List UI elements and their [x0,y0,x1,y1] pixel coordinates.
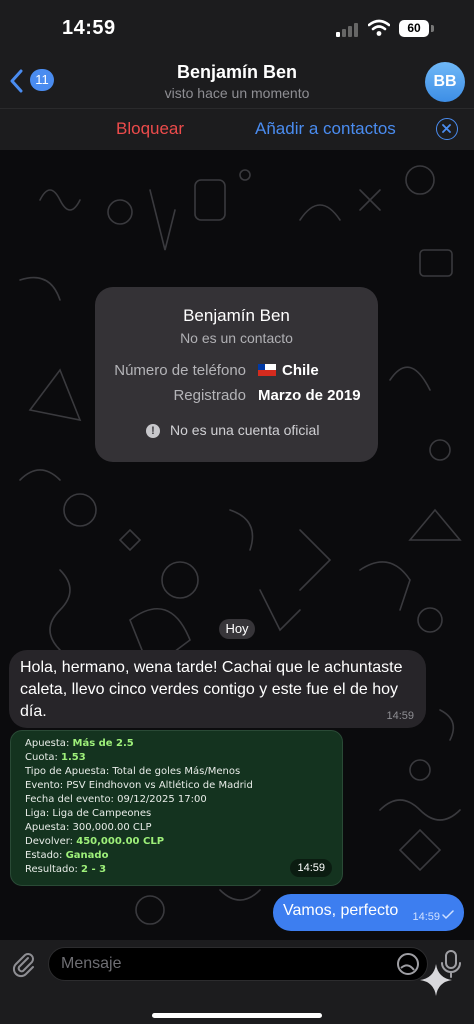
unofficial-account-note: No es una cuenta oficial [170,422,320,438]
bet-slip-label: Liga: [25,808,53,819]
status-bar: 14:59 60 [0,0,474,56]
bet-slip-value: 300,000.00 CLP [72,822,152,833]
bet-slip-lines: Apuesta: Más de 2.5 Cuota: 1.53 Tipo de Ap… [25,737,253,877]
bet-slip-label: Cuota: [25,752,62,763]
wifi-icon [368,19,390,36]
message-text: Vamos, perfecto [283,902,399,919]
home-indicator [152,1013,322,1018]
back-button[interactable]: 11 [8,66,60,96]
bet-slip-line: Evento: PSV Eindhovon vs Altlético de Ma… [25,779,253,793]
bet-slip-line: Resultado: 2 - 3 [25,863,253,877]
bet-slip-value: 09/12/2025 17:00 [117,794,207,805]
bet-slip-value: 2 - 3 [81,864,107,875]
bet-slip-value: PSV Eindhovon vs Altlético de Madrid [66,780,253,791]
chat-title[interactable]: Benjamín Ben [100,62,374,83]
close-circle-icon[interactable] [436,118,458,140]
image-time: 14:59 [290,859,332,877]
double-check-icon [442,910,454,920]
phone-value: Chile [258,362,319,379]
registered-label: Registrado [173,387,246,404]
unread-badge: 11 [30,69,54,91]
bet-slip-label: Fecha del evento: [25,794,118,805]
phone-label: Número de teléfono [114,362,246,379]
info-card-note: No es un contacto [180,330,293,346]
bet-slip-line: Liga: Liga de Campeones [25,807,253,821]
bet-slip-image[interactable]: Apuesta: Más de 2.5 Cuota: 1.53 Tipo de Ap… [10,730,343,886]
battery-icon: 60 [399,20,429,37]
chevron-left-icon [10,69,23,93]
bet-slip-label: Apuesta: [25,822,73,833]
message-text: Hola, hermano, wena tarde! Cachai que le… [20,659,403,720]
bet-slip-line: Tipo de Apuesta: Total de goles Más/Meno… [25,765,253,779]
warning-icon: ! [146,424,160,438]
bet-slip-line: Fecha del evento: 09/12/2025 17:00 [25,793,253,807]
add-contact-button[interactable]: Añadir a contactos [255,119,396,139]
last-seen-status: visto hace un momento [164,85,310,101]
bet-slip-value: Más de 2.5 [72,738,134,749]
bet-slip-label: Evento: [25,780,67,791]
bet-slip-line: Devolver: 450,000.00 CLP [25,835,253,849]
message-input[interactable] [48,947,428,981]
avatar[interactable]: BB [425,62,465,102]
sparkle-icon [420,964,452,996]
bet-slip-line: Apuesta: Más de 2.5 [25,737,253,751]
message-incoming[interactable]: Hola, hermano, wena tarde! Cachai que le… [9,650,426,728]
paperclip-icon[interactable] [10,950,38,978]
chile-flag-icon [258,364,276,376]
bet-slip-line: Cuota: 1.53 [25,751,253,765]
bet-slip-label: Tipo de Apuesta: [25,766,113,777]
bet-slip-value: Total de goles Más/Menos [112,766,241,777]
chat-area[interactable]: Benjamín Ben No es un contacto Número de… [0,150,474,940]
status-time: 14:59 [62,17,116,39]
date-chip: Hoy [219,619,255,639]
bet-slip-value: 1.53 [61,752,86,763]
chat-header: 11 Benjamín Ben visto hace un momento BB [0,56,474,108]
bet-slip-value: Liga de Campeones [52,808,152,819]
composer-bar [0,940,474,1024]
registered-value: Marzo de 2019 [258,387,361,404]
message-outgoing[interactable]: Vamos, perfecto 14:59 [273,894,464,931]
bet-slip-label: Resultado: [25,864,82,875]
bet-slip-line: Estado: Ganado [25,849,253,863]
bet-slip-value: 450,000.00 CLP [76,836,165,847]
battery-tip [431,25,434,32]
phone-country: Chile [282,362,319,379]
message-time: 14:59 [412,911,440,923]
block-button[interactable]: Bloquear [116,119,184,139]
message-time: 14:59 [386,710,414,722]
contact-action-bar: Bloquear Añadir a contactos [0,108,474,150]
bet-slip-label: Estado: [25,850,66,861]
signal-icon [336,22,362,37]
sticker-icon[interactable] [396,952,420,976]
bet-slip-label: Devolver: [25,836,77,847]
contact-info-card: Benjamín Ben No es un contacto Número de… [95,287,378,462]
bet-slip-value: Ganado [65,850,109,861]
bet-slip-line: Apuesta: 300,000.00 CLP [25,821,253,835]
info-card-name: Benjamín Ben [183,306,290,325]
bet-slip-label: Apuesta: [25,738,73,749]
